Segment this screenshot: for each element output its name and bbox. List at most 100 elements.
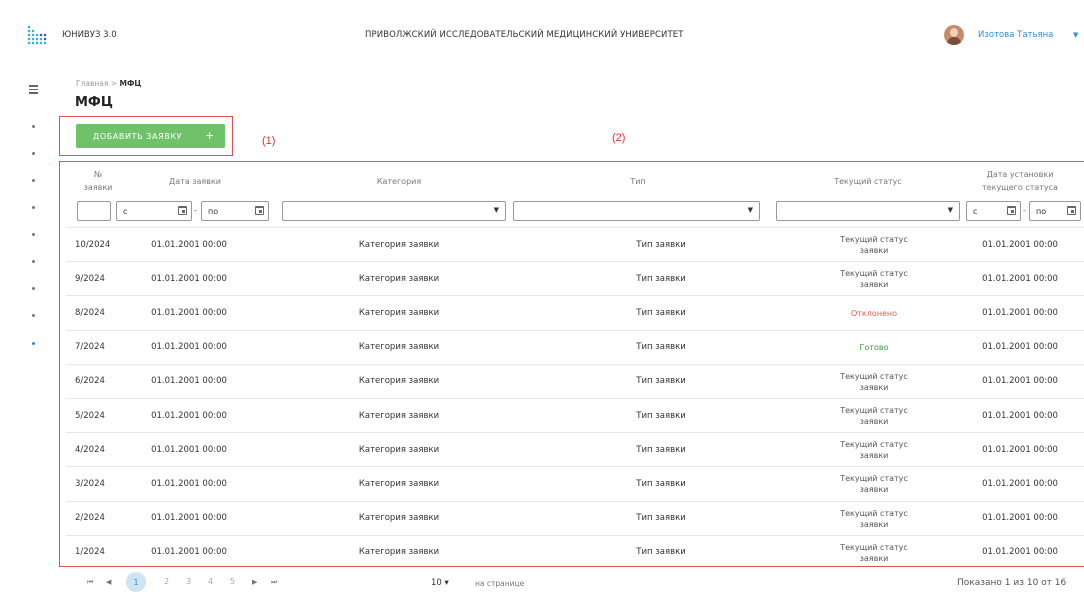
sidebar-item[interactable] — [32, 260, 35, 263]
row-status-date: 01.01.2001 00:00 — [982, 307, 1058, 318]
table-row[interactable]: 8/2024 01.01.2001 00:00 Категория заявки Ти… — [66, 295, 1084, 329]
user-avatar[interactable] — [944, 25, 964, 45]
filter-range-dash: - — [194, 206, 197, 215]
calendar-icon[interactable] — [1067, 206, 1076, 215]
column-header-date[interactable]: Дата заявки — [135, 175, 255, 188]
calendar-icon[interactable] — [255, 206, 264, 215]
row-date: 01.01.2001 00:00 — [151, 547, 227, 558]
breadcrumb-separator: > — [110, 79, 118, 88]
row-status: Текущий статус заявки — [840, 508, 908, 529]
row-number: 2/2024 — [75, 513, 105, 524]
next-page-icon[interactable]: ▶ — [252, 578, 257, 586]
row-category: Категория заявки — [358, 376, 440, 387]
sidebar-item[interactable] — [32, 206, 35, 209]
table-row[interactable]: 4/2024 01.01.2001 00:00 Категория заявки Ти… — [66, 432, 1084, 466]
table-row[interactable]: 6/2024 01.01.2001 00:00 Категория заявки Ти… — [66, 363, 1084, 398]
chevron-down-icon: ▼ — [493, 206, 499, 214]
row-date: 01.01.2001 00:00 — [151, 444, 227, 455]
row-status-date: 01.01.2001 00:00 — [982, 239, 1058, 250]
university-name: ПРИВОЛЖСКИЙ ИССЛЕДОВАТЕЛЬСКИЙ МЕДИЦИНСКИ… — [365, 30, 684, 40]
calendar-icon[interactable] — [178, 206, 187, 215]
row-category: Категория заявки — [358, 342, 440, 353]
row-date: 01.01.2001 00:00 — [151, 478, 227, 489]
column-header-number[interactable]: № заявки — [76, 168, 120, 194]
prev-page-icon[interactable]: ◀ — [106, 578, 111, 586]
row-type: Тип заявки — [636, 342, 686, 353]
app-name: ЮНИВУЗ 3.0 — [62, 30, 117, 40]
row-status-date: 01.01.2001 00:00 — [982, 410, 1058, 421]
sidebar-item[interactable] — [32, 125, 35, 128]
filter-type-select[interactable]: ▼ — [513, 201, 760, 221]
sidebar-item[interactable] — [32, 179, 35, 182]
add-request-label: ДОБАВИТЬ ЗАЯВКУ — [93, 131, 183, 141]
table-row[interactable]: 3/2024 01.01.2001 00:00 Категория заявки Ти… — [66, 466, 1084, 500]
row-category: Категория заявки — [358, 239, 440, 250]
table-row[interactable]: 2/2024 01.01.2001 00:00 Категория заявки Ти… — [66, 500, 1084, 535]
column-header-type[interactable]: Тип — [516, 175, 760, 188]
filter-status-date-from[interactable]: с — [966, 201, 1021, 221]
row-type: Тип заявки — [636, 547, 686, 558]
add-request-button[interactable]: ДОБАВИТЬ ЗАЯВКУ + — [76, 124, 225, 148]
filter-number-input[interactable] — [77, 201, 111, 221]
table-row[interactable]: 5/2024 01.01.2001 00:00 Категория заявки Ти… — [66, 398, 1084, 432]
page-button[interactable]: 3 — [186, 577, 191, 586]
sidebar-item-active[interactable] — [32, 342, 35, 345]
page-button[interactable]: 2 — [164, 577, 169, 586]
sidebar-item[interactable] — [32, 314, 35, 317]
sidebar-item[interactable] — [32, 233, 35, 236]
row-status: Текущий статус заявки — [840, 371, 908, 392]
hamburger-menu-icon[interactable] — [29, 85, 38, 94]
chevron-down-icon: ▼ — [947, 206, 953, 214]
per-page-select[interactable]: 10 ▾ — [431, 578, 449, 588]
chevron-down-icon: ▼ — [747, 206, 753, 214]
user-menu-name[interactable]: Изотова Татьяна — [978, 30, 1053, 40]
row-type: Тип заявки — [636, 376, 686, 387]
first-page-icon[interactable]: ⏮ — [87, 578, 93, 587]
table-row[interactable]: 9/2024 01.01.2001 00:00 Категория заявки Ти… — [66, 261, 1084, 295]
per-page-label: на странице — [475, 579, 525, 588]
row-category: Категория заявки — [358, 547, 440, 558]
row-status-date: 01.01.2001 00:00 — [982, 273, 1058, 284]
row-number: 5/2024 — [75, 410, 105, 421]
row-date: 01.01.2001 00:00 — [151, 513, 227, 524]
breadcrumb-home[interactable]: Главная — [76, 79, 108, 88]
row-number: 6/2024 — [75, 376, 105, 387]
table-row[interactable]: 7/2024 01.01.2001 00:00 Категория заявки Ти… — [66, 329, 1084, 364]
table-row[interactable]: 10/2024 01.01.2001 00:00 Категория заявки Т… — [66, 227, 1084, 261]
breadcrumb-current: МФЦ — [119, 79, 142, 88]
calendar-icon[interactable] — [1007, 206, 1016, 215]
row-number: 1/2024 — [75, 547, 105, 558]
row-date: 01.01.2001 00:00 — [151, 342, 227, 353]
page-button-active[interactable]: 1 — [126, 572, 146, 592]
row-category: Категория заявки — [358, 410, 440, 421]
filter-date-from[interactable]: с — [116, 201, 192, 221]
row-number: 4/2024 — [75, 444, 105, 455]
row-number: 3/2024 — [75, 478, 105, 489]
row-category: Категория заявки — [358, 478, 440, 489]
row-type: Тип заявки — [636, 239, 686, 250]
last-page-icon[interactable]: ⏭ — [271, 578, 277, 587]
column-header-status-date[interactable]: Дата установки текущего статуса — [956, 168, 1084, 194]
row-status-date: 01.01.2001 00:00 — [982, 513, 1058, 524]
shown-count: Показано 1 из 10 от 16 — [957, 578, 1067, 588]
row-status: Текущий статус заявки — [840, 235, 908, 255]
filter-status-select[interactable]: ▼ — [776, 201, 960, 221]
row-type: Тип заявки — [636, 478, 686, 489]
filter-date-to[interactable]: по — [201, 201, 269, 221]
page-button[interactable]: 4 — [208, 577, 213, 586]
filter-status-date-to[interactable]: по — [1029, 201, 1081, 221]
row-category: Категория заявки — [358, 273, 440, 284]
row-status: Готово — [859, 343, 889, 353]
column-header-category[interactable]: Категория — [282, 175, 516, 188]
table-row[interactable]: 1/2024 01.01.2001 00:00 Категория заявки Ти… — [66, 534, 1084, 569]
row-date: 01.01.2001 00:00 — [151, 376, 227, 387]
chevron-down-icon[interactable]: ▼ — [1073, 31, 1078, 39]
sidebar-item[interactable] — [32, 152, 35, 155]
sidebar-item[interactable] — [32, 287, 35, 290]
filter-category-select[interactable]: ▼ — [282, 201, 506, 221]
row-type: Тип заявки — [636, 513, 686, 524]
row-status: Отклонено — [850, 308, 898, 318]
page-button[interactable]: 5 — [230, 577, 235, 586]
dots-grid-logo-icon[interactable] — [26, 24, 48, 46]
column-header-status[interactable]: Текущий статус — [776, 175, 960, 188]
